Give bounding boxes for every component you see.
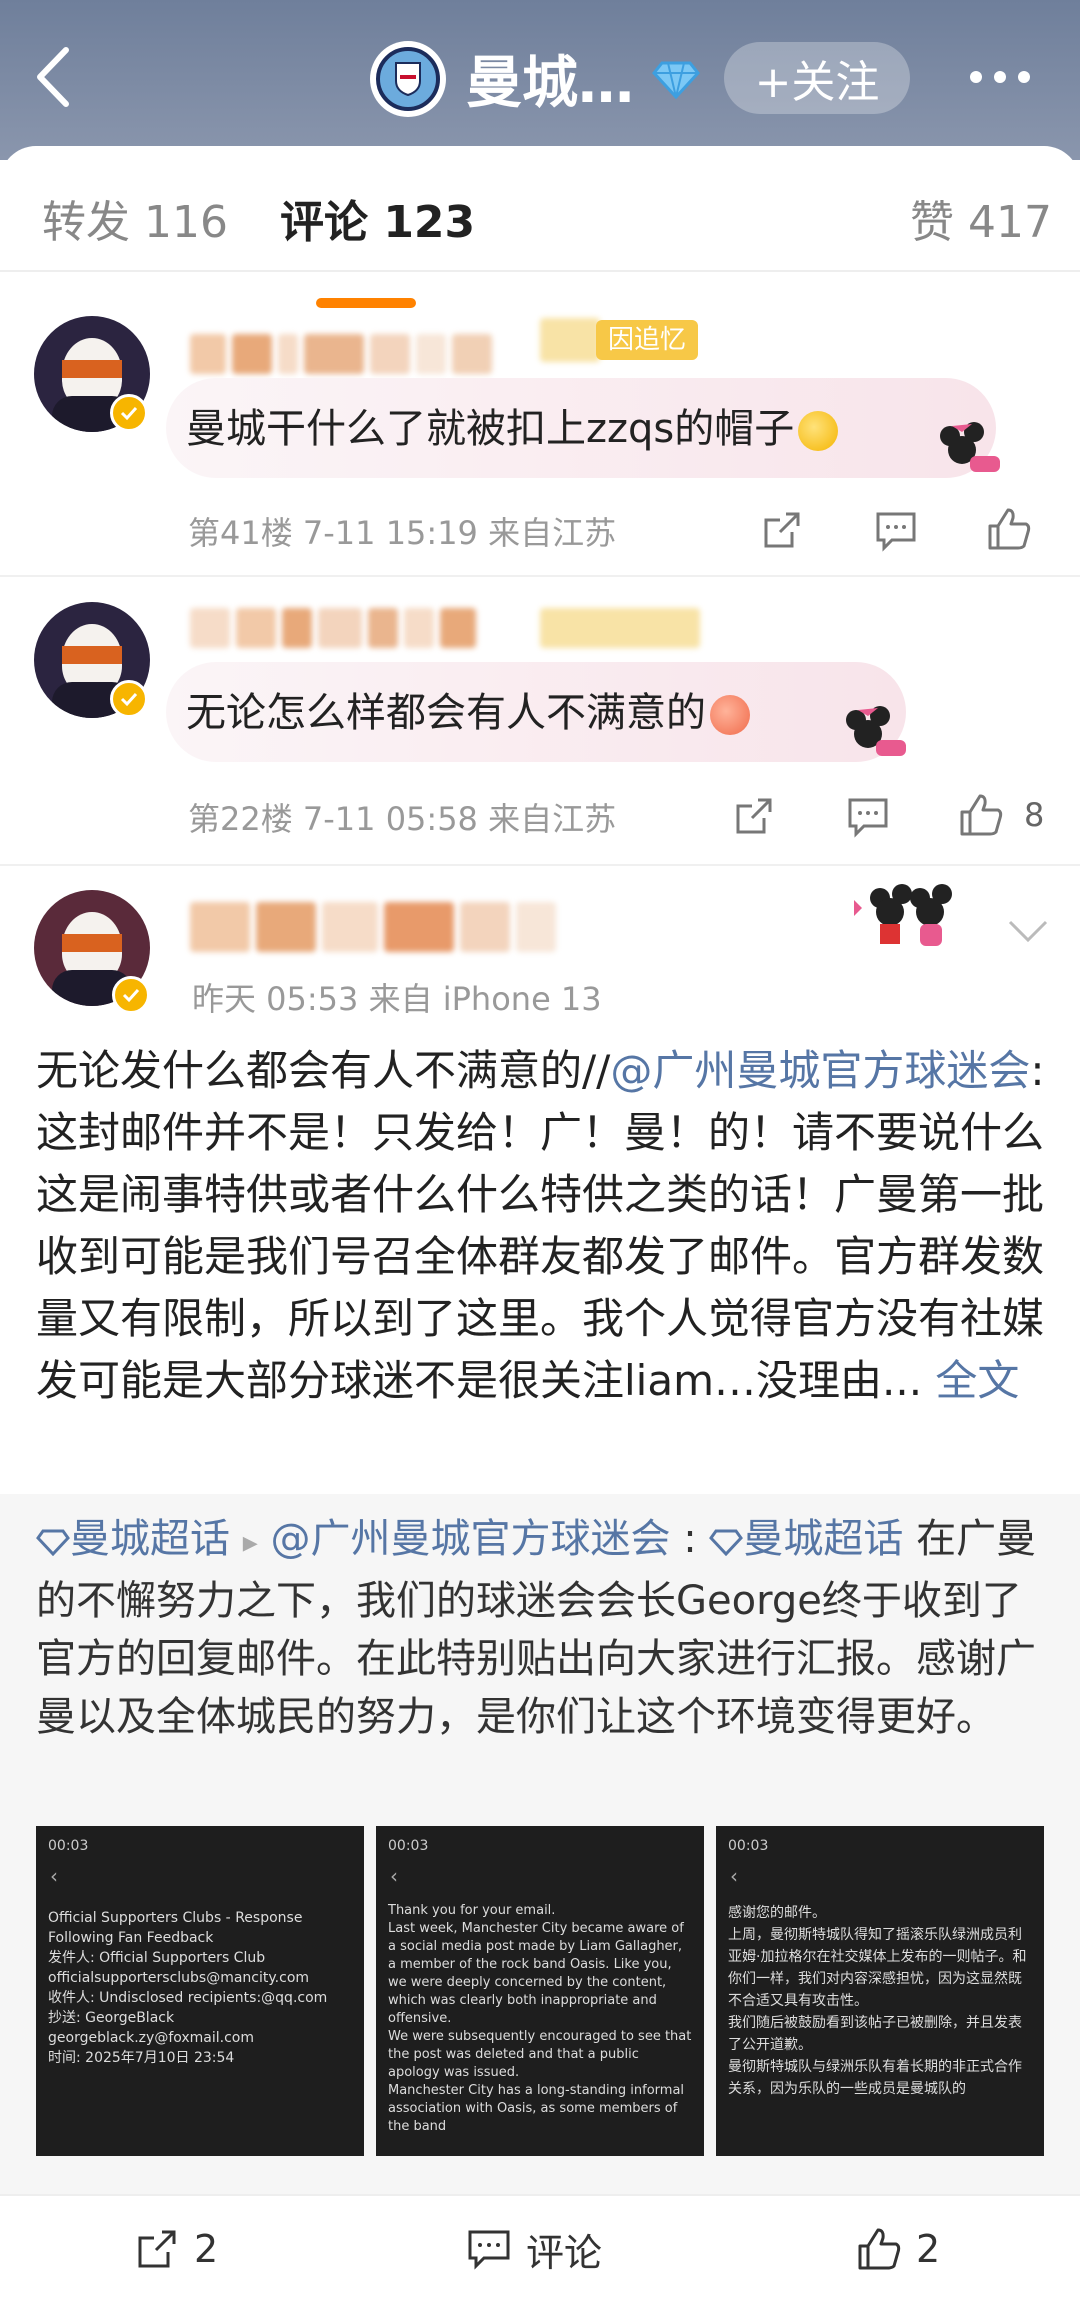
divider — [0, 575, 1080, 577]
like-icon[interactable] — [986, 506, 1032, 552]
top-header: 曼城… +关注 — [0, 0, 1080, 160]
like-icon[interactable] — [958, 792, 1004, 838]
diamond-badge-icon — [652, 61, 700, 99]
active-tab-indicator — [316, 298, 416, 308]
comment-text: 曼城干什么了就被扣上zzqs的帽子 — [186, 396, 839, 454]
fan-tag: 因追忆 — [596, 320, 699, 360]
divider — [0, 864, 1080, 866]
quoted-post[interactable]: 曼城超话 ▸ @广州曼城官方球迷会 : 曼城超话 在广曼的不懈努力之下，我们的球… — [0, 1494, 1080, 2194]
follow-button[interactable]: +关注 — [724, 42, 910, 114]
mickey-minnie-sticker-icon — [854, 884, 952, 946]
mention-link[interactable]: @广州曼城官方球迷会 — [610, 1046, 1030, 1095]
page-title: 曼城… — [466, 51, 634, 116]
thumbnail-text: Official Supporters Clubs - Response Fol… — [48, 1910, 328, 2066]
email-screenshot-thumbnail[interactable]: 00:03 ‹ 感谢您的邮件。 上周，曼彻斯特城队得知了摇滚乐队绿洲成员利亚姆·… — [716, 1826, 1044, 2156]
repost-count: 2 — [194, 2227, 219, 2271]
minnie-sticker-icon — [940, 422, 1000, 472]
repost-button[interactable]: 2 — [134, 2224, 218, 2274]
bottom-action-bar: 2 评论 2 — [0, 2194, 1080, 2300]
more-options-icon[interactable] — [970, 52, 1050, 102]
image-grid: 00:03 ‹ Official Supporters Clubs - Resp… — [36, 1826, 1044, 2156]
minnie-sticker-icon — [846, 706, 906, 756]
back-arrow-icon[interactable] — [28, 42, 78, 112]
fan-badge-blur — [540, 318, 600, 362]
back-arrow-icon: ‹ — [50, 1864, 58, 1888]
colon: : — [670, 1516, 697, 1562]
thinking-emoji-icon — [798, 411, 839, 451]
email-screenshot-thumbnail[interactable]: 00:03 ‹ Official Supporters Clubs - Resp… — [36, 1826, 364, 2156]
super-topic-link[interactable]: 曼城超话 — [36, 1516, 230, 1562]
verified-badge-icon — [112, 976, 150, 1014]
like-count: 8 — [1024, 796, 1045, 834]
thumbnail-text: Thank you for your email. Last week, Man… — [388, 1903, 692, 2134]
back-arrow-icon: ‹ — [390, 1864, 398, 1888]
comment-text: 无论怎么样都会有人不满意的 — [186, 680, 750, 738]
comment-meta: 第41楼 7-11 15:19 来自江苏 — [188, 514, 617, 552]
tab-reposts[interactable]: 转发 116 — [42, 186, 228, 250]
tab-likes[interactable]: 赞 417 — [910, 186, 1052, 250]
divider — [0, 270, 1080, 272]
username-blurred[interactable] — [190, 334, 492, 374]
repost-text-b: :这封邮件并不是！只发给！广！曼！的！请不要说什么这是闹事特供或者什么什么特供之… — [36, 1046, 1045, 1405]
post-meta: 昨天 05:53 来自 iPhone 13 — [192, 980, 602, 1018]
like-count: 2 — [916, 2227, 941, 2271]
share-icon[interactable] — [760, 508, 804, 552]
verified-badge-icon — [110, 680, 148, 718]
fan-badge-blur — [540, 608, 700, 648]
comment-icon — [468, 2230, 510, 2270]
chevron-down-icon[interactable] — [1006, 916, 1050, 946]
laughing-emoji-icon — [710, 695, 750, 735]
share-icon — [138, 2230, 176, 2268]
reply-icon[interactable] — [846, 794, 890, 838]
diamond-topic-icon — [36, 1529, 70, 1557]
email-screenshot-thumbnail[interactable]: 00:03 ‹ Thank you for your email. Last w… — [376, 1826, 704, 2156]
diamond-topic-icon — [709, 1529, 744, 1557]
reply-icon[interactable] — [874, 508, 918, 552]
title-group[interactable]: 曼城… — [370, 38, 700, 119]
status-time: 00:03 — [728, 1838, 769, 1854]
comment-button[interactable]: 评论 — [466, 2224, 603, 2275]
status-time: 00:03 — [48, 1838, 89, 1854]
author-link[interactable]: @广州曼城官方球迷会 — [271, 1516, 671, 1562]
tab-bar: 转发 116 评论 123 赞 417 — [0, 186, 1080, 308]
repost-body: 无论发什么都会有人不满意的//@广州曼城官方球迷会:这封邮件并不是！只发给！广！… — [36, 1040, 1046, 1412]
full-text-link[interactable]: 全文 — [935, 1356, 1019, 1405]
share-icon[interactable] — [732, 794, 776, 838]
repost-text-a: 无论发什么都会有人不满意的// — [36, 1046, 611, 1095]
like-icon — [858, 2228, 901, 2270]
status-time: 00:03 — [388, 1838, 429, 1854]
quoted-post-text: 曼城超话 ▸ @广州曼城官方球迷会 : 曼城超话 在广曼的不懈努力之下，我们的球… — [36, 1510, 1046, 1746]
like-button[interactable]: 2 — [856, 2224, 940, 2274]
super-topic-link[interactable]: 曼城超话 — [709, 1516, 903, 1562]
comment-meta: 第22楼 7-11 05:58 来自江苏 — [188, 800, 617, 838]
comment-label: 评论 — [526, 2230, 603, 2275]
username-blurred[interactable] — [190, 902, 556, 952]
thumbnail-text: 感谢您的邮件。 上周，曼彻斯特城队得知了摇滚乐队绿洲成员利亚姆·加拉格尔在社交媒… — [728, 1905, 1027, 2097]
arrow-icon: ▸ — [242, 1525, 258, 1560]
man-city-crest-icon — [370, 40, 446, 117]
tab-comments[interactable]: 评论 123 — [280, 186, 475, 250]
back-arrow-icon: ‹ — [730, 1864, 738, 1888]
verified-badge-icon — [110, 394, 148, 432]
username-blurred[interactable] — [190, 608, 476, 648]
